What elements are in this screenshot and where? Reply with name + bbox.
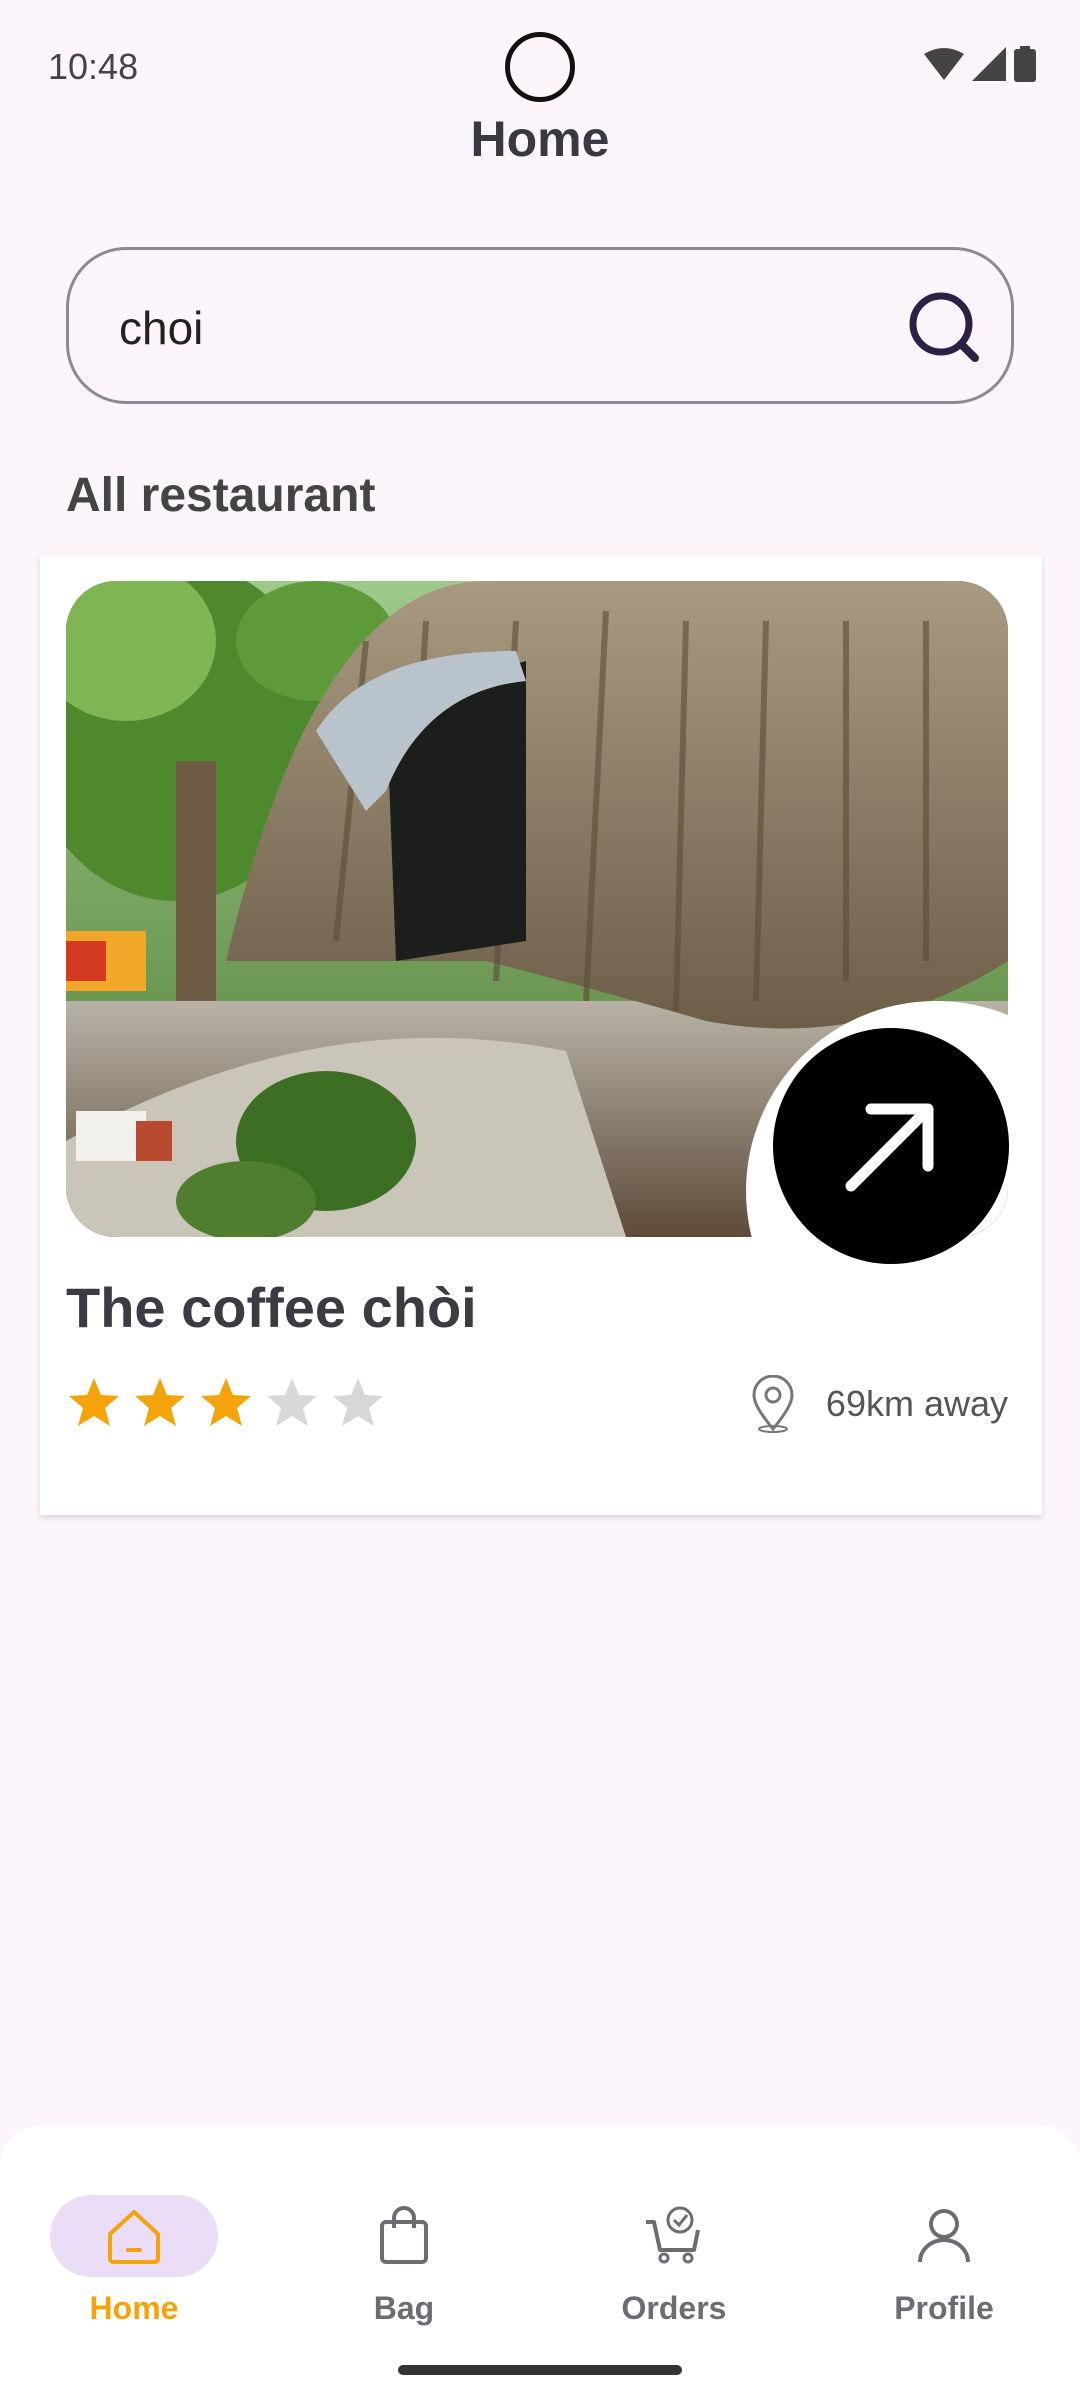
nav-label-bag: Bag [373,2290,435,2326]
nav-label-orders: Orders [621,2290,727,2326]
nav-item-bag[interactable]: Bag [304,2160,504,2360]
nav-item-home[interactable]: Home [34,2160,234,2360]
star-filled-icon [135,1378,185,1426]
open-restaurant-button[interactable] [773,1028,1009,1264]
page-title: Home [470,111,610,167]
signal-icon [972,47,1006,81]
star-empty-icon [333,1378,383,1426]
star-filled-icon [201,1378,251,1426]
bag-icon [380,2206,428,2264]
nav-label-home: Home [89,2290,179,2326]
gesture-bar[interactable] [398,2365,682,2375]
nav-item-orders[interactable]: Orders [574,2160,774,2360]
distance-text: 69km away [825,1383,1008,1424]
star-empty-icon [267,1378,317,1426]
camera-cutout [505,32,575,102]
cart-check-icon [646,2206,700,2264]
nav-item-profile[interactable]: Profile [844,2160,1044,2360]
star-filled-icon [69,1378,119,1426]
search-icon[interactable] [905,288,985,368]
section-title: All restaurant [66,469,376,522]
home-icon [108,2210,160,2264]
arrow-up-right-icon [845,1103,934,1192]
status-icons [924,46,1036,82]
status-time: 10:48 [48,46,139,87]
search-input[interactable] [119,288,819,368]
battery-icon [1014,46,1036,82]
location-pin-icon [752,1375,794,1433]
bottom-navigation: Home Bag Orders Profile [0,2125,1080,2400]
restaurant-name: The coffee chòi [66,1276,477,1339]
restaurant-card[interactable]: The coffee chòi 69km away [40,555,1042,1515]
person-icon [918,2209,970,2263]
distance-info: 69km away [750,1375,1008,1433]
star-rating [66,1375,386,1431]
wifi-icon [924,48,964,80]
search-box[interactable] [66,247,1014,404]
nav-label-profile: Profile [894,2290,994,2326]
